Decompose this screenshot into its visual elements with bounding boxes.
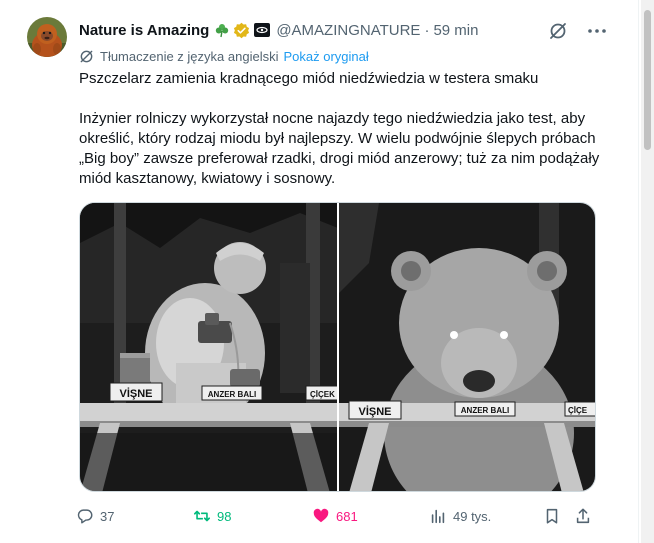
scrollbar-thumb[interactable]: [644, 10, 651, 150]
avatar[interactable]: [27, 17, 67, 57]
views-button[interactable]: 49 tys.: [429, 505, 491, 527]
jar-label-anzer-2: ANZER BALI: [460, 406, 508, 415]
tweet-header: Nature is Amazing @AMAZINGNATURE · 59 mi…: [79, 19, 478, 41]
shamrock-emoji-icon: [216, 24, 229, 38]
share-icon: [576, 508, 590, 524]
bookmark-button[interactable]: [543, 505, 567, 527]
tweet-headline: Pszczelarz zamienia kradnącego miód nied…: [79, 70, 539, 87]
reply-button[interactable]: 37: [76, 505, 114, 527]
display-name[interactable]: Nature is Amazing: [79, 22, 209, 39]
views-count: 49 tys.: [453, 508, 492, 524]
jar-label-visne: VİŞNE: [119, 387, 152, 400]
heart-icon: [313, 508, 329, 523]
reply-count: 37: [100, 508, 115, 524]
photo-bear[interactable]: VİŞNE ANZER BALI ÇİÇE: [338, 203, 595, 491]
jar-label-visne-2: VİŞNE: [358, 405, 391, 418]
reply-icon: [77, 509, 93, 524]
jar-label-cicek-2: ÇİÇE: [568, 406, 588, 415]
more-icon[interactable]: [587, 21, 607, 41]
translate-icon: [80, 50, 93, 62]
share-button[interactable]: [574, 505, 598, 527]
retweet-icon: [193, 510, 211, 522]
affiliate-badge-icon[interactable]: [254, 23, 271, 37]
translation-label: Tłumaczenie z języka angielski: [100, 48, 279, 64]
bookmark-icon: [546, 508, 558, 524]
show-original-link[interactable]: Pokaż oryginał: [283, 49, 368, 64]
grok-icon[interactable]: [548, 21, 568, 41]
tweet-card[interactable]: Nature is Amazing @AMAZINGNATURE · 59 mi…: [0, 0, 639, 543]
jar-label-anzer: ANZER BALI: [208, 390, 256, 399]
repost-count: 98: [217, 508, 232, 524]
orangutan-avatar-image: [27, 17, 67, 57]
media-gallery[interactable]: VİŞNE ANZER BALI ÇİÇEK VİŞNE ANZER BALI …: [79, 202, 596, 492]
repost-button[interactable]: 98: [193, 505, 231, 527]
user-handle[interactable]: @AMAZINGNATURE: [276, 22, 420, 39]
verified-badge-icon[interactable]: [233, 22, 250, 39]
beekeeper-night-photo: VİŞNE ANZER BALI ÇİÇEK: [80, 203, 337, 491]
photo-beekeeper[interactable]: VİŞNE ANZER BALI ÇİÇEK: [80, 203, 337, 491]
bear-night-photo: VİŞNE ANZER BALI ÇİÇE: [338, 203, 595, 491]
like-count: 681: [336, 508, 358, 524]
views-icon: [431, 509, 445, 524]
page-scrollbar[interactable]: [641, 0, 654, 543]
like-button[interactable]: 681: [312, 505, 358, 527]
tweet-timestamp[interactable]: 59 min: [433, 22, 478, 39]
jar-label-cicek: ÇİÇEK: [310, 390, 335, 399]
tweet-text: Pszczelarz zamienia kradnącego miód nied…: [79, 69, 619, 189]
tweet-actions: 37 98 681 49 tys.: [76, 505, 606, 527]
translation-notice: Tłumaczenie z języka angielski Pokaż ory…: [79, 47, 369, 65]
separator-dot: ·: [424, 21, 430, 39]
tweet-body: Inżynier rolniczy wykorzystał nocne naja…: [79, 110, 600, 187]
